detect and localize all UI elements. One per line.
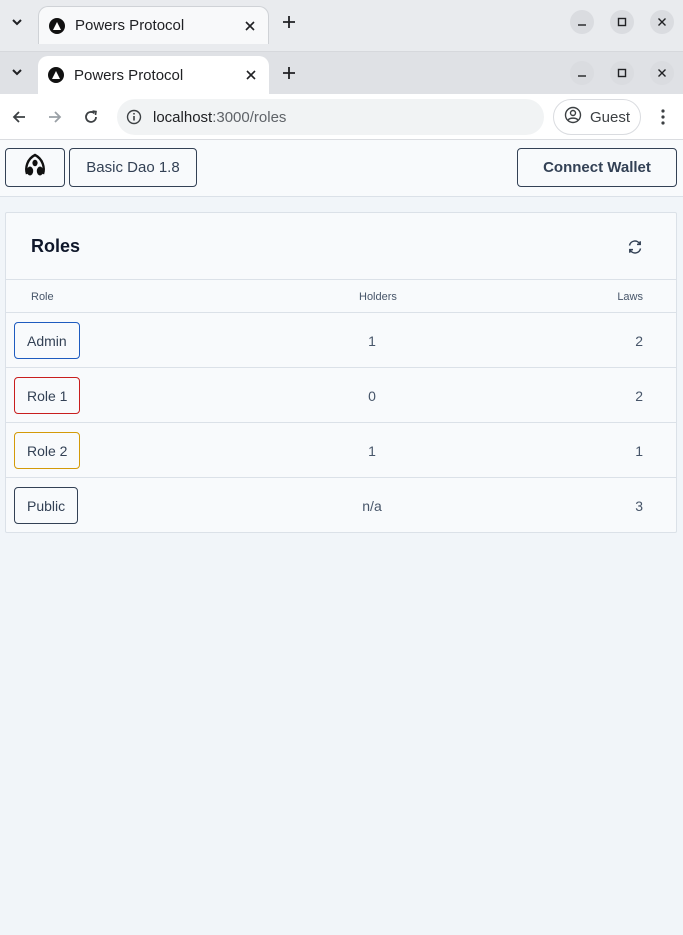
holders-count: 0	[368, 388, 376, 404]
minimize-icon[interactable]	[570, 61, 594, 85]
column-header-laws: Laws	[617, 291, 643, 303]
roles-card: Roles Role Holders Laws Admin 1 2 Role 1…	[5, 212, 677, 533]
role-button-role-2[interactable]: Role 2	[14, 432, 81, 469]
laws-count: 2	[635, 333, 643, 349]
window-close-icon[interactable]	[650, 10, 674, 34]
tab-title: Powers Protocol	[75, 17, 185, 34]
table-row: Role 2 1 1	[6, 423, 676, 478]
background-tab-bar: Powers Protocol	[0, 0, 683, 44]
column-header-holders: Holders	[359, 291, 397, 303]
logo-button[interactable]	[5, 148, 65, 187]
plus-icon[interactable]	[277, 10, 301, 34]
table-row: Role 1 0 2	[6, 368, 676, 423]
arrow-right-icon[interactable]	[43, 105, 67, 129]
column-header-role: Role	[31, 291, 54, 303]
laws-count: 1	[635, 443, 643, 459]
url-host: localhost	[153, 108, 213, 126]
reload-icon[interactable]	[79, 105, 103, 129]
minimize-icon[interactable]	[570, 10, 594, 34]
holders-count: 1	[368, 443, 376, 459]
dao-selector-button[interactable]: Basic Dao 1.8	[69, 148, 197, 187]
window-close-icon[interactable]	[650, 61, 674, 85]
powers-logo-icon	[23, 152, 47, 183]
arrow-left-icon[interactable]	[7, 105, 31, 129]
tab-search-chevron-down-icon[interactable]	[4, 9, 30, 35]
triangle-logo-icon	[48, 67, 64, 83]
laws-count: 2	[635, 388, 643, 404]
person-icon	[564, 106, 582, 129]
app-header: Basic Dao 1.8 Connect Wallet	[0, 140, 683, 197]
connect-wallet-button[interactable]: Connect Wallet	[517, 148, 677, 187]
background-window: Powers Protocol	[0, 0, 683, 52]
holders-count: 1	[368, 333, 376, 349]
roles-card-header: Roles	[6, 213, 676, 280]
maximize-icon[interactable]	[610, 61, 634, 85]
close-icon[interactable]	[243, 67, 259, 83]
tab-bar: Powers Protocol	[0, 52, 683, 94]
plus-icon[interactable]	[277, 61, 301, 85]
background-tab[interactable]: Powers Protocol	[38, 6, 269, 44]
url-path: :3000/roles	[212, 108, 287, 126]
page-title: Roles	[31, 236, 81, 256]
role-button-admin[interactable]: Admin	[14, 322, 80, 359]
profile-label: Guest	[590, 108, 631, 126]
info-icon[interactable]	[125, 108, 143, 126]
table-row: Admin 1 2	[6, 313, 676, 368]
table-header: Role Holders Laws	[6, 280, 676, 313]
holders-count: n/a	[362, 498, 382, 514]
browser-window: Powers Protocol localhost:3000/roles Gu…	[0, 52, 683, 935]
laws-count: 3	[635, 498, 643, 514]
table-row: Public n/a 3	[6, 478, 676, 533]
tab-title: Powers Protocol	[74, 66, 184, 84]
role-button-public[interactable]: Public	[14, 487, 79, 524]
refresh-icon[interactable]	[625, 237, 645, 257]
triangle-logo-icon	[49, 17, 65, 34]
active-tab[interactable]: Powers Protocol	[38, 56, 269, 94]
profile-button[interactable]: Guest	[553, 99, 641, 135]
role-button-role-1[interactable]: Role 1	[14, 377, 81, 414]
address-bar[interactable]: localhost:3000/roles	[117, 99, 544, 135]
browser-toolbar: localhost:3000/roles Guest	[0, 94, 683, 140]
kebab-icon[interactable]	[651, 105, 675, 129]
maximize-icon[interactable]	[610, 10, 634, 34]
tab-search-chevron-down-icon[interactable]	[4, 59, 30, 85]
close-icon[interactable]	[242, 18, 258, 34]
